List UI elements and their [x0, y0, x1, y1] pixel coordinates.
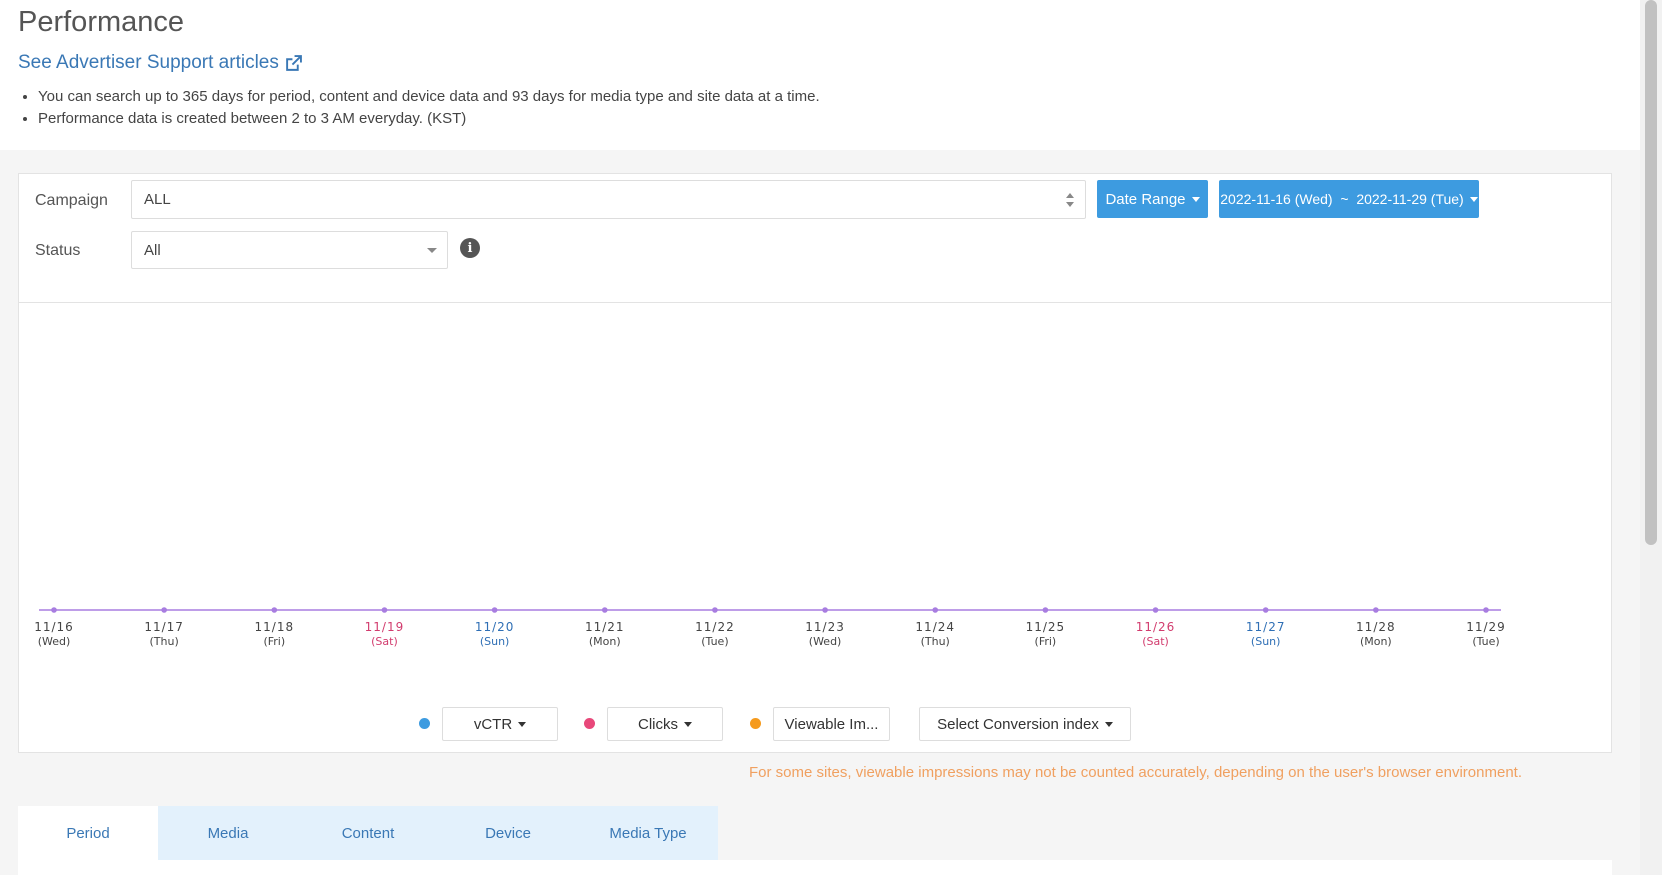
chart-point	[1152, 607, 1159, 613]
metric-select-label: vCTR	[473, 715, 513, 733]
external-link-icon	[286, 54, 302, 71]
info-notes: You can search up to 365 days for period…	[18, 86, 820, 130]
metric-select-2[interactable]: Clicks	[607, 707, 723, 741]
legend-color-dot	[419, 718, 430, 729]
x-tick-date: 11/27	[1246, 620, 1286, 634]
chart-point	[161, 607, 167, 613]
x-tick-date: 11/25	[1026, 620, 1066, 634]
tab-media-type[interactable]: Media Type	[578, 806, 718, 860]
tab-device[interactable]: Device	[438, 806, 578, 860]
x-tick-date: 11/16	[34, 620, 74, 634]
page-title: Performance	[18, 6, 185, 38]
note-item: Performance data is created between 2 to…	[38, 108, 820, 130]
page-scrollbar[interactable]	[1640, 0, 1662, 875]
x-tick-date: 11/28	[1356, 620, 1396, 634]
x-tick-day: (Thu)	[921, 635, 950, 648]
chart-point	[491, 607, 498, 613]
x-tick-day: (Sat)	[1142, 635, 1169, 648]
performance-chart: 11/16(Wed)11/17(Thu)11/18(Fri)11/19(Sat)…	[34, 607, 1506, 648]
x-tick-day: (Sat)	[371, 635, 398, 648]
x-tick-day: (Mon)	[1360, 635, 1392, 648]
report-tabs: Period Media Content Device Media Type	[18, 806, 718, 860]
tab-media[interactable]: Media	[158, 806, 298, 860]
caret-down-icon	[1104, 721, 1113, 727]
chart-point	[601, 607, 608, 613]
chart-point	[271, 607, 278, 613]
tab-period[interactable]: Period	[18, 806, 158, 860]
x-tick-date: 11/23	[805, 620, 845, 634]
chart-point	[932, 607, 939, 613]
x-tick-date: 11/29	[1466, 620, 1506, 634]
chart-point	[51, 607, 57, 613]
legend-color-dot	[750, 718, 761, 729]
metric-select-1[interactable]: vCTR	[442, 707, 558, 741]
tab-content[interactable]: Content	[298, 806, 438, 860]
scrollbar-thumb[interactable]	[1645, 0, 1657, 545]
support-link-label: See Advertiser Support articles	[18, 52, 279, 73]
legend-color-dot	[584, 718, 595, 729]
chart-point	[381, 607, 388, 613]
x-tick-day: (Tue)	[1472, 635, 1499, 648]
performance-card: Campaign ALL Date Range 2022-11-16 (Wed)…	[18, 173, 1612, 753]
x-tick-day: (Mon)	[589, 635, 621, 648]
caret-down-icon	[518, 721, 527, 727]
chart-point	[1042, 607, 1049, 613]
x-tick-day: (Fri)	[1035, 635, 1057, 648]
chart-point	[1373, 607, 1379, 613]
note-item: You can search up to 365 days for period…	[38, 86, 820, 108]
viewable-warning: For some sites, viewable impressions may…	[749, 764, 1522, 781]
x-tick-day: (Wed)	[38, 635, 71, 648]
chart-point	[1262, 607, 1269, 613]
x-tick-day: (Sun)	[480, 635, 510, 648]
caret-down-icon	[684, 721, 692, 727]
x-tick-date: 11/24	[915, 620, 955, 634]
x-tick-day: (Sun)	[1251, 635, 1281, 648]
x-tick-day: (Fri)	[263, 635, 285, 648]
support-link[interactable]: See Advertiser Support articles	[18, 52, 302, 74]
x-tick-date: 11/17	[144, 620, 184, 634]
conversion-index-select[interactable]: Select Conversion index	[919, 707, 1131, 741]
x-tick-day: (Tue)	[701, 635, 728, 648]
chart-point	[822, 607, 828, 613]
conversion-index-label: Select Conversion index	[937, 715, 1099, 733]
metric-select-label: Viewable Im...	[784, 715, 879, 733]
page-header: Performance See Advertiser Support artic…	[0, 0, 1640, 150]
chart-point	[712, 607, 718, 613]
metric-select-label: Clicks	[638, 715, 678, 733]
chart-point	[1483, 607, 1489, 613]
x-tick-day: (Wed)	[809, 635, 842, 648]
x-tick-date: 11/20	[475, 620, 515, 634]
tab-content-area	[18, 860, 1612, 875]
metric-select-3[interactable]: Viewable Im...	[773, 707, 890, 741]
x-tick-date: 11/21	[585, 620, 625, 634]
x-tick-date: 11/19	[365, 620, 405, 634]
x-tick-day: (Thu)	[150, 635, 179, 648]
x-tick-date: 11/18	[255, 620, 295, 634]
x-tick-date: 11/22	[695, 620, 735, 634]
x-tick-date: 11/26	[1136, 620, 1176, 634]
